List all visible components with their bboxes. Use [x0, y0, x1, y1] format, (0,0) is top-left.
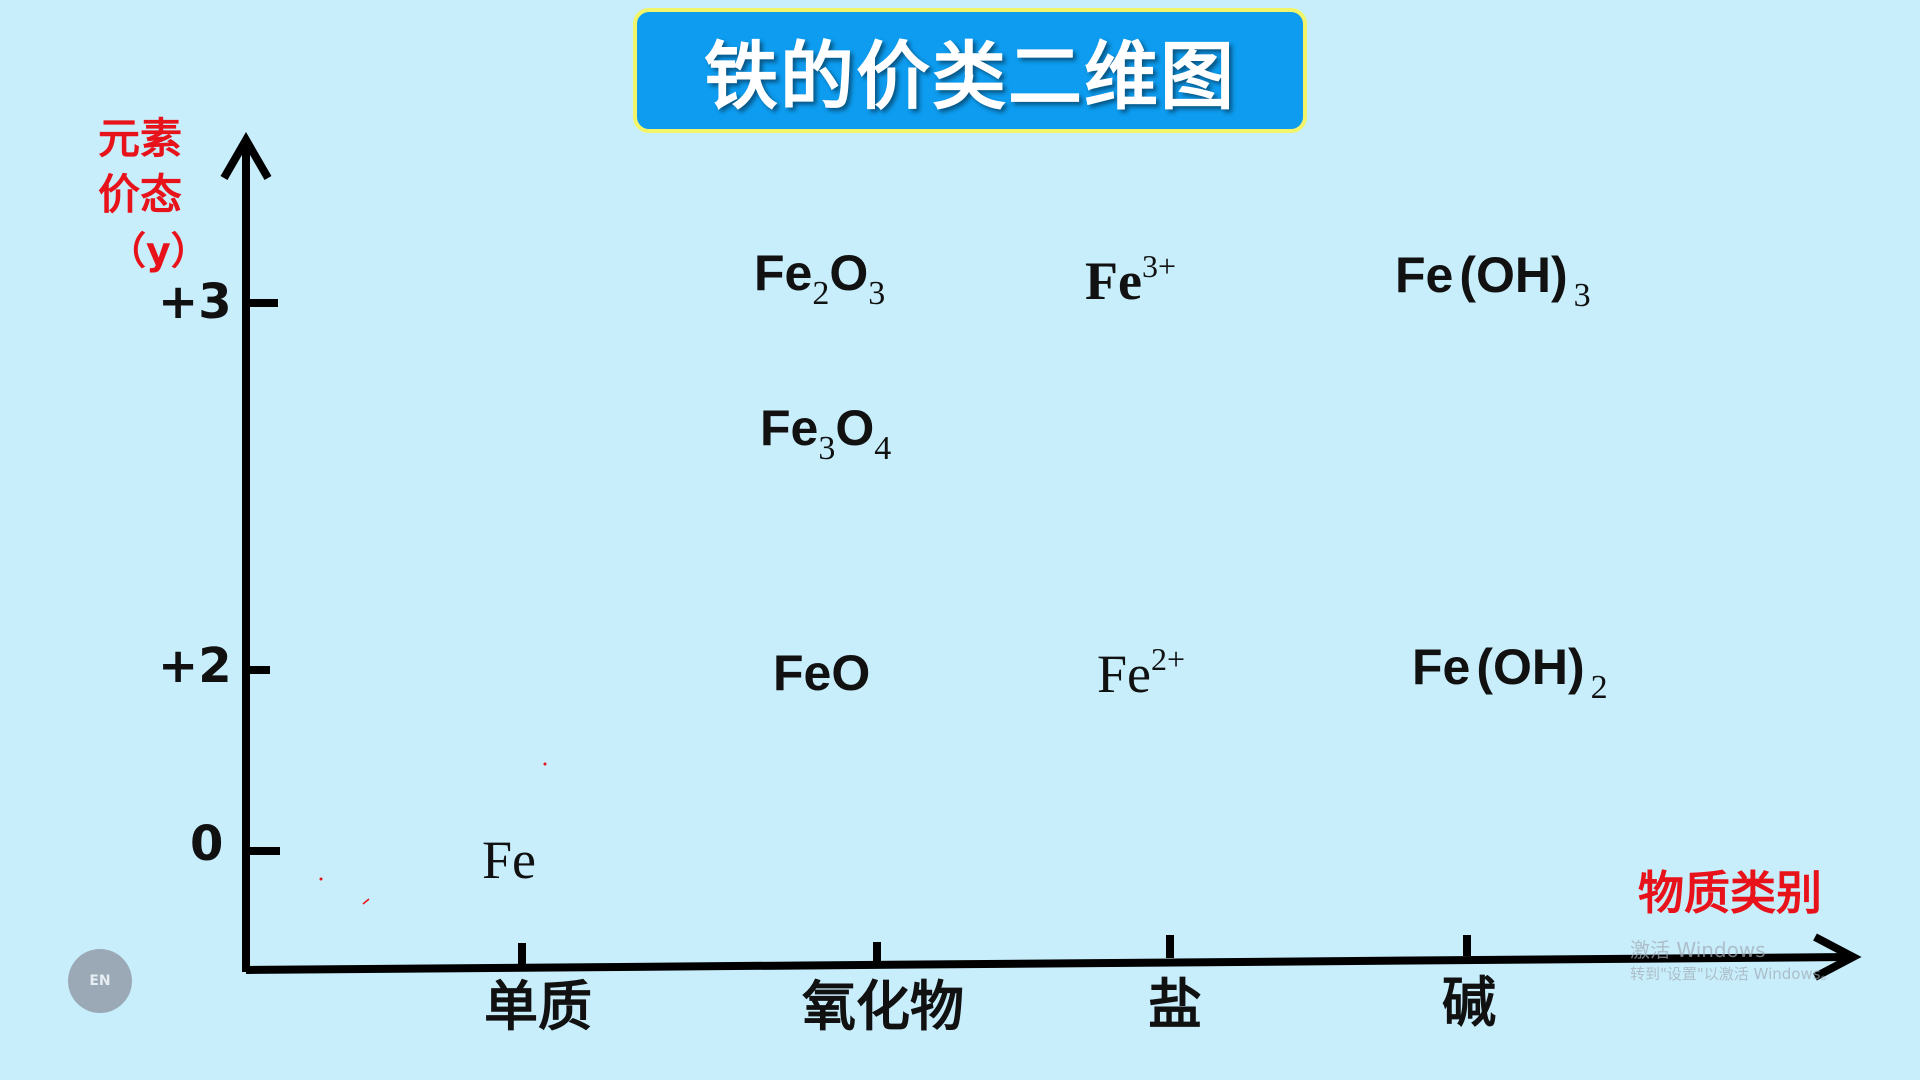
- formula-fe3o4-sub2: 4: [874, 430, 892, 467]
- formula-fe3plus: Fe3+: [1085, 250, 1176, 308]
- formula-feoh3: Fe (OH) 3: [1395, 250, 1591, 313]
- red-dot-mark: [543, 762, 547, 766]
- y-axis-label-line1: 元素: [98, 114, 183, 163]
- red-dot-mark: [319, 877, 323, 881]
- formula-fe2o3-sub2: 3: [868, 275, 886, 312]
- formula-feo: FeO: [773, 648, 870, 698]
- y-tick-label-zero: 0: [190, 816, 224, 872]
- formula-feoh3-base: Fe: [1395, 247, 1454, 303]
- y-axis-label-line3: （y）: [108, 229, 209, 273]
- formula-fe2plus-sup: 2+: [1151, 641, 1186, 677]
- formula-fe3o4-base: Fe: [760, 400, 819, 456]
- x-axis-line: [245, 953, 1851, 974]
- language-badge-label: EN: [89, 973, 111, 989]
- formula-feo-text: FeO: [773, 645, 871, 701]
- formula-fe2plus: Fe2+: [1097, 643, 1185, 701]
- y-tick-label-plus2: +2: [158, 638, 232, 694]
- windows-activation-watermark: 激活 Windows 转到"设置"以激活 Windows。: [1630, 938, 1836, 986]
- formula-feoh2-base: Fe: [1412, 639, 1471, 695]
- formula-fe3o4-sub1: 3: [818, 430, 836, 467]
- formula-feoh2-paren: (OH): [1476, 639, 1585, 695]
- category-elemental: 单质: [484, 975, 592, 1038]
- y-axis-label-line2: 价态: [98, 170, 183, 219]
- red-dash-mark: [362, 898, 370, 905]
- category-base: 碱: [1442, 971, 1496, 1034]
- formula-fe-text: Fe: [482, 830, 536, 890]
- formula-fe2o3: Fe2O3: [754, 248, 885, 311]
- formula-fe: Fe: [482, 833, 536, 887]
- formula-fe3o4: Fe3O4: [760, 403, 891, 466]
- formula-feoh3-sub: 3: [1573, 277, 1591, 314]
- formula-fe2o3-base: Fe: [754, 245, 813, 301]
- watermark-line1: 激活 Windows: [1630, 938, 1766, 962]
- formula-fe3o4-mid: O: [835, 400, 875, 456]
- formula-fe2o3-sub1: 2: [812, 275, 830, 312]
- axes-diagram: [220, 132, 1862, 981]
- formula-feoh3-paren: (OH): [1459, 247, 1568, 303]
- category-salt: 盐: [1148, 973, 1202, 1036]
- language-badge[interactable]: EN: [68, 949, 132, 1013]
- category-oxide: 氧化物: [802, 975, 964, 1038]
- formula-fe3plus-sup: 3+: [1141, 248, 1176, 284]
- watermark-line2: 转到"设置"以激活 Windows。: [1630, 965, 1836, 983]
- x-axis-label: 物质类别: [1638, 866, 1822, 920]
- formula-feoh2-sub: 2: [1590, 669, 1608, 706]
- y-tick-label-plus3: +3: [158, 274, 232, 330]
- formula-feoh2: Fe (OH) 2: [1412, 642, 1608, 705]
- formula-fe2o3-mid: O: [829, 245, 869, 301]
- formula-fe2plus-base: Fe: [1097, 644, 1151, 704]
- formula-fe3plus-base: Fe: [1085, 251, 1142, 311]
